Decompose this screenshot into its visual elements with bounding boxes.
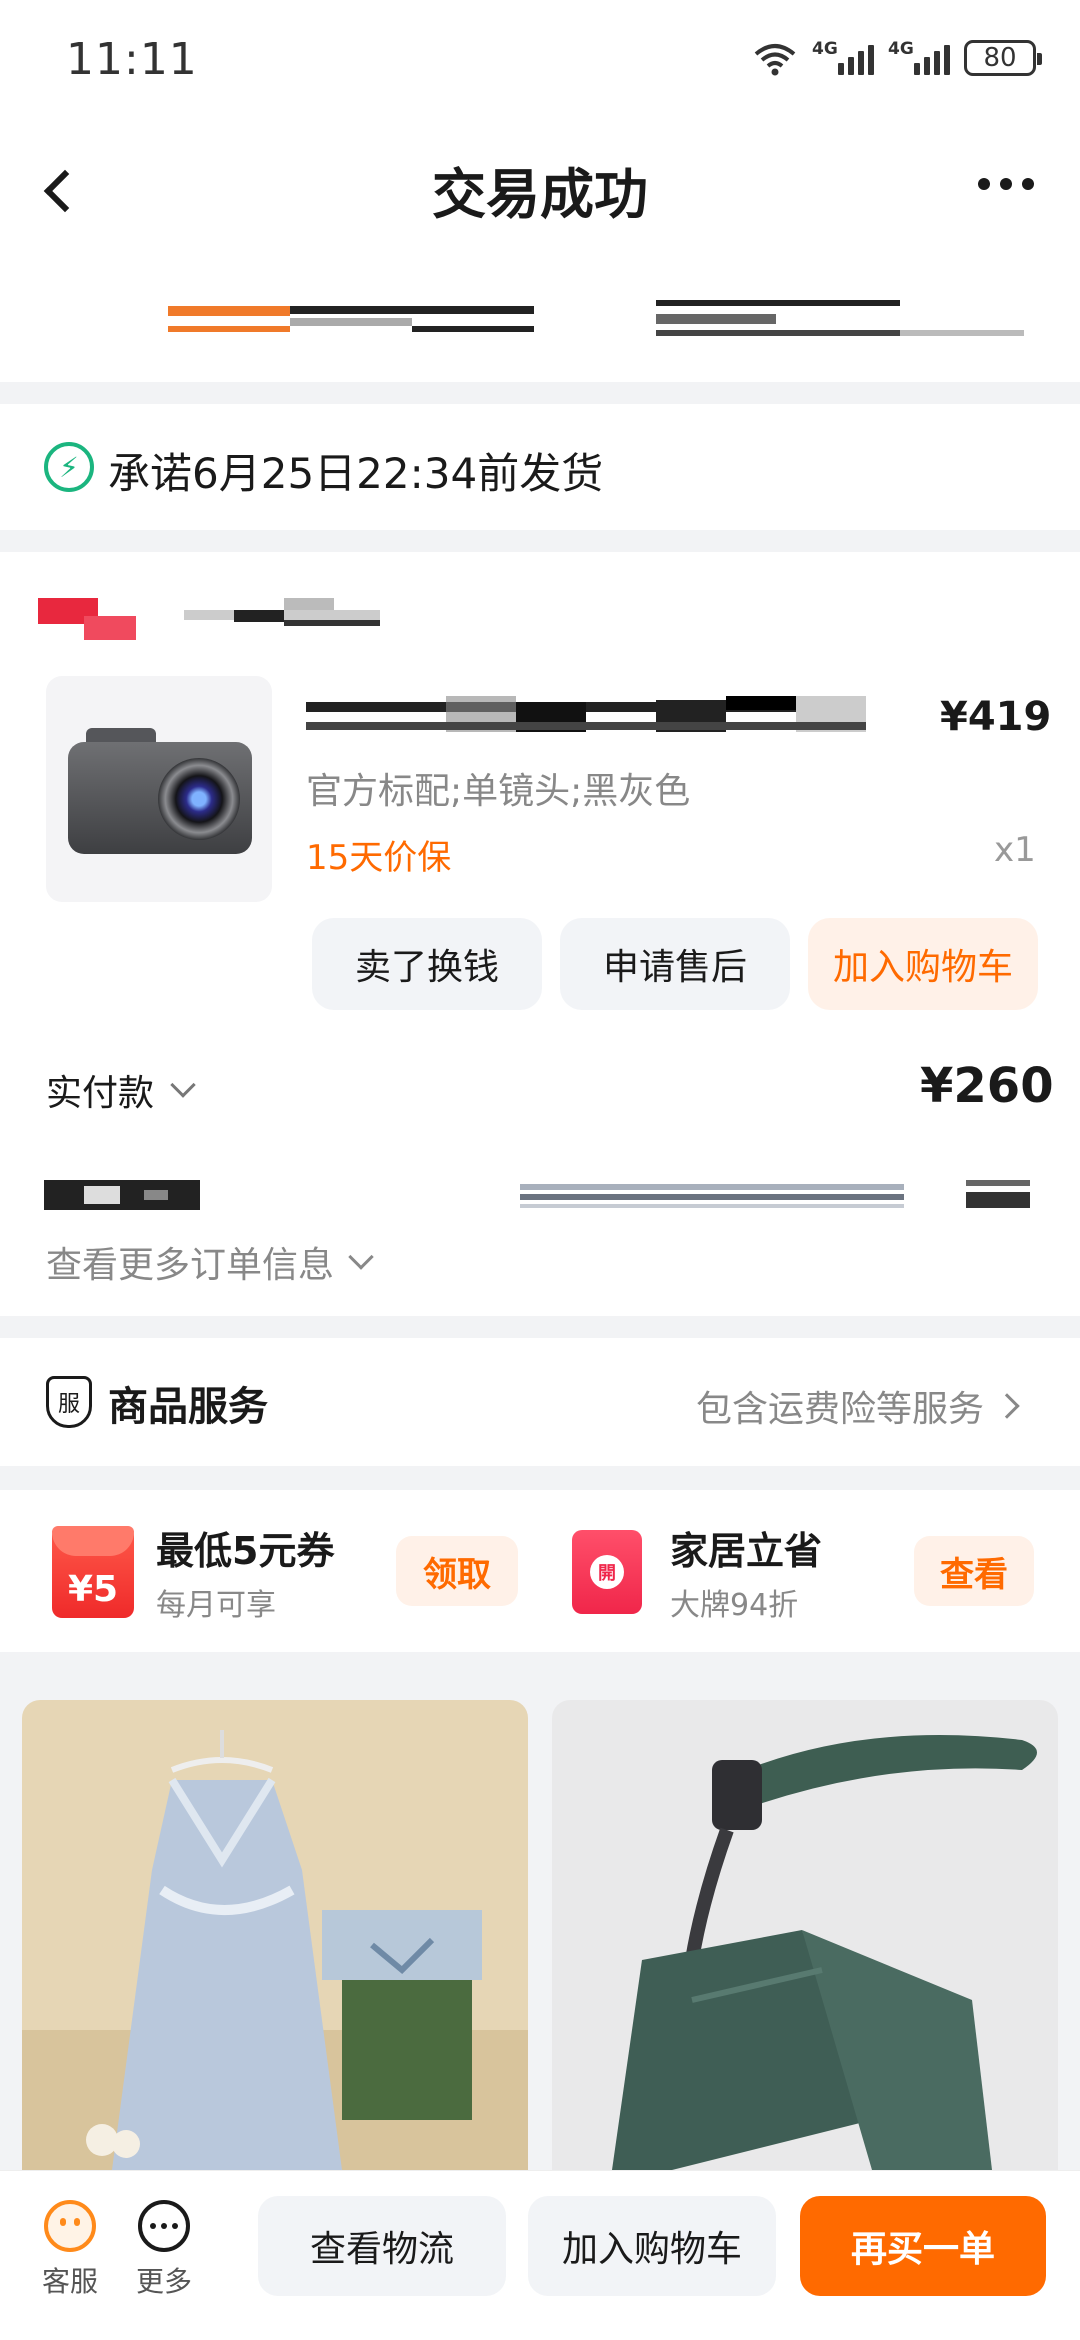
more-order-info-link[interactable]: 查看更多订单信息 [46, 1236, 374, 1288]
claim-coupon-button[interactable]: 领取 [396, 1536, 518, 1606]
view-logistics-button[interactable]: 查看物流 [258, 2196, 506, 2296]
product-price: ¥419 [940, 694, 1052, 740]
nightdress-image [22, 1730, 528, 2170]
coupon-icon-label: ¥5 [67, 1569, 119, 1610]
network-type-label: 4G [888, 39, 914, 59]
chevron-right-icon [994, 1393, 1020, 1419]
product-spec: 官方标配;单镜头;黑灰色 [306, 771, 691, 812]
product-quantity: x1 [994, 830, 1036, 870]
page-title: 交易成功 [432, 163, 648, 226]
more-label: 更多 [135, 2265, 192, 2298]
shop-name-redacted[interactable] [184, 598, 380, 634]
more-actions-button[interactable]: 更多 [124, 2196, 204, 2306]
order-id-redacted [520, 1180, 904, 1210]
paid-label: 实付款 [46, 1073, 155, 1114]
more-order-info-label: 查看更多订单信息 [46, 1245, 335, 1286]
coupon-subtitle: 每月可享 [156, 1588, 276, 1623]
view-home-deal-button[interactable]: 查看 [914, 1536, 1034, 1606]
red-envelope-icon: 開 [572, 1530, 642, 1614]
customer-service-icon [44, 2200, 96, 2252]
lightning-icon: ⚡ [44, 442, 94, 492]
recommend-item-nightdress[interactable] [22, 1700, 528, 2170]
battery-level: 80 [983, 43, 1017, 73]
product-thumbnail[interactable] [46, 676, 272, 902]
copy-button-redacted[interactable] [966, 1176, 1030, 1210]
redacted-tab-left[interactable] [168, 306, 534, 336]
shop-logo-redacted[interactable] [38, 598, 136, 640]
shipping-promise-text: 承诺6月25日22:34前发货 [108, 449, 604, 498]
more-dots-icon [138, 2200, 190, 2252]
red-envelope-icon-label: 開 [590, 1555, 624, 1589]
key-case-image [612, 1735, 1037, 2170]
customer-service-label: 客服 [41, 2265, 98, 2298]
customer-service-button[interactable]: 客服 [30, 2196, 110, 2306]
home-deal-subtitle: 大牌94折 [670, 1588, 799, 1623]
recommend-item-key-case[interactable] [552, 1700, 1058, 2170]
bottom-add-to-cart-button[interactable]: 加入购物车 [528, 2196, 776, 2296]
signal-icon: 4G [888, 39, 950, 75]
service-link[interactable]: 包含运费险等服务 [696, 1380, 1020, 1432]
battery-icon: 80 [964, 40, 1042, 76]
chevron-down-icon [170, 1072, 196, 1098]
price-protection-tag: 15天价保 [306, 838, 452, 878]
wifi-icon [754, 44, 796, 76]
paid-amount: ¥260 [920, 1058, 1054, 1114]
camera-icon [158, 758, 240, 840]
coupon-title: 最低5元券 [156, 1529, 335, 1573]
sell-for-cash-button[interactable]: 卖了换钱 [312, 918, 542, 1010]
network-type-label: 4G [812, 39, 838, 59]
service-link-label: 包含运费险等服务 [696, 1389, 985, 1430]
status-time: 11:11 [66, 34, 198, 85]
status-icons: 4G 4G 80 [752, 38, 1042, 78]
paid-label-row[interactable]: 实付款 [46, 1064, 196, 1116]
service-title: 商品服务 [108, 1384, 268, 1430]
buy-again-button[interactable]: 再买一单 [800, 2196, 1046, 2296]
add-to-cart-button[interactable]: 加入购物车 [808, 918, 1038, 1010]
redacted-tab-right[interactable] [656, 300, 1024, 340]
more-icon[interactable] [978, 178, 1034, 190]
after-sale-button[interactable]: 申请售后 [560, 918, 790, 1010]
shield-icon: 服 [46, 1376, 92, 1428]
signal-icon: 4G [812, 39, 874, 75]
chevron-down-icon [348, 1244, 374, 1270]
service-icon-label: 服 [57, 1392, 80, 1417]
product-title-redacted[interactable] [306, 696, 866, 734]
coupon-icon: ¥5 [52, 1526, 134, 1618]
home-deal-title: 家居立省 [670, 1529, 823, 1573]
order-id-label-redacted [44, 1180, 200, 1210]
